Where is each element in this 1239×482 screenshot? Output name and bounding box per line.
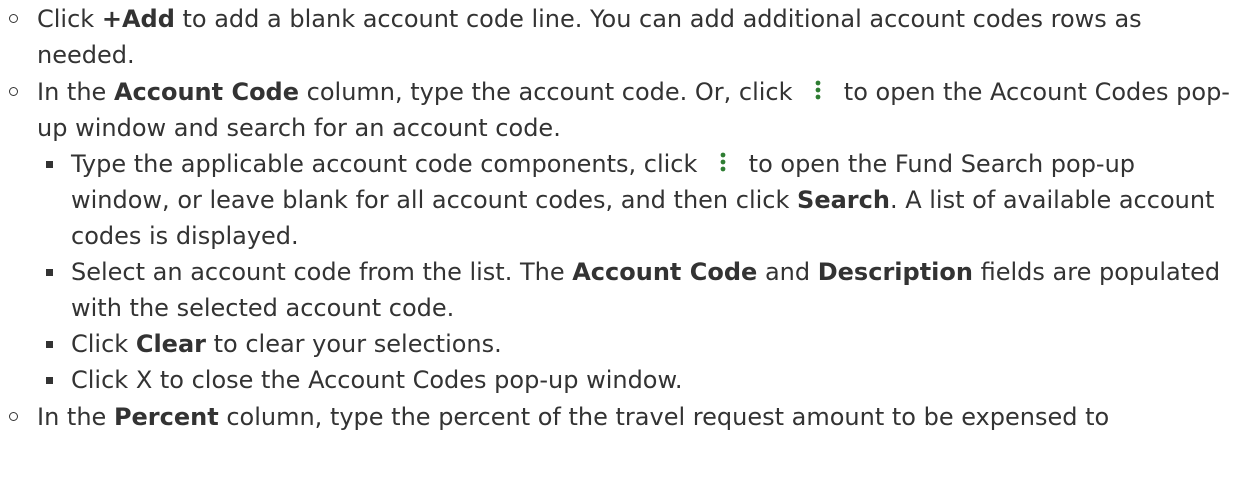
sub-item-clear: Click Clear to clear your selections. — [37, 326, 1239, 362]
square-bullet-icon — [46, 269, 53, 276]
bold-term-account-code: Account Code — [113, 78, 300, 106]
text-segment: column, type the percent of the travel r… — [218, 403, 1110, 431]
circle-bullet-icon — [9, 87, 18, 96]
circle-bullet-icon — [9, 14, 18, 23]
bold-term-add: +Add — [101, 5, 175, 33]
list-item-percent: In the Percent column, type the percent … — [0, 399, 1239, 435]
bold-term-clear: Clear — [135, 330, 206, 358]
text-segment: Type the applicable account code compone… — [71, 150, 706, 178]
text-segment: to add a blank account code line. You ca… — [37, 5, 1142, 69]
instruction-list: Click +Add to add a blank account code l… — [0, 1, 1239, 435]
kebab-menu-icon[interactable] — [711, 151, 735, 173]
text-segment: Select an account code from the list. Th… — [71, 258, 573, 286]
bold-term-account-code: Account Code — [572, 258, 758, 286]
bold-term-percent: Percent — [113, 403, 219, 431]
square-bullet-icon — [46, 161, 53, 168]
square-bullet-icon — [46, 377, 53, 384]
text-segment: to clear your selections. — [205, 330, 502, 358]
sub-item-close: Click X to close the Account Codes pop-u… — [37, 362, 1239, 398]
list-item-add: Click +Add to add a blank account code l… — [0, 1, 1239, 73]
text-segment: Click — [71, 330, 136, 358]
bold-term-description: Description — [817, 258, 973, 286]
text-segment: Click X to close the Account Codes pop-u… — [71, 366, 683, 394]
square-bullet-icon — [46, 341, 53, 348]
circle-bullet-icon — [9, 412, 18, 421]
text-segment: and — [757, 258, 818, 286]
sub-item-type-components: Type the applicable account code compone… — [37, 146, 1239, 254]
list-item-account-code: In the Account Code column, type the acc… — [0, 74, 1239, 398]
document-body: Click +Add to add a blank account code l… — [0, 0, 1239, 482]
bold-term-search: Search — [797, 186, 890, 214]
kebab-menu-icon[interactable] — [806, 79, 830, 101]
sub-item-select-code: Select an account code from the list. Th… — [37, 254, 1239, 326]
text-segment: In the — [37, 403, 114, 431]
text-segment: Click — [37, 5, 102, 33]
text-segment: In the — [37, 78, 114, 106]
sub-instruction-list: Type the applicable account code compone… — [37, 146, 1239, 398]
text-segment: column, type the account code. Or, click — [299, 78, 801, 106]
